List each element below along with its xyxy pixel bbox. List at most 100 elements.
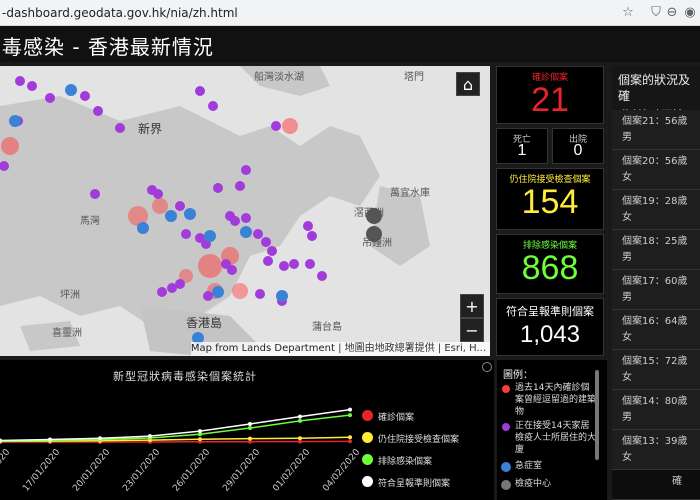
case-item-line1: 個案19：28歲 <box>622 196 688 207</box>
page-title: 毒感染 - 香港最新情況 <box>2 35 214 59</box>
confirmed-value: 21 <box>531 81 569 119</box>
case-list-item[interactable]: 個案20：56歲女 <box>612 150 700 190</box>
data-point <box>248 426 252 431</box>
case-item-line1: 個案17：60歲 <box>622 276 688 287</box>
purple-pin-icon <box>502 423 510 431</box>
map-label: 香港島 <box>186 316 223 330</box>
legend-ruled-out: 排除感染個案 <box>362 454 433 467</box>
confirmed-cases-panel: 確診個案 21 <box>496 66 604 124</box>
legend-scrollbar[interactable] <box>595 370 599 460</box>
legend-label: 仍住院接受檢查個案 <box>378 435 460 445</box>
x-tick-label: 20/01/2020 <box>71 447 112 493</box>
case-item-line1: 個案15：72歲 <box>622 356 688 367</box>
data-point <box>48 437 52 442</box>
quarantine-house-icon <box>501 480 511 490</box>
data-point <box>348 407 352 412</box>
shield-extension-icon[interactable]: ⛉ <box>648 5 664 21</box>
data-point <box>148 434 152 439</box>
case-list-item[interactable]: 個案15：72歲女 <box>612 350 700 390</box>
x-tick-label: 26/01/2020 <box>171 447 212 493</box>
x-tick-label: 04/02/2020 <box>321 447 360 493</box>
case-list-footer-text: 確 <box>672 476 682 487</box>
legend-dot <box>362 432 373 443</box>
map-label: 吊鐘洲 <box>362 238 392 249</box>
ruled-out-value: 868 <box>521 249 579 287</box>
legend-row: 急症室 <box>501 460 597 472</box>
case-item-line2: 女 <box>622 372 632 383</box>
case-item-line2: 男 <box>622 252 632 263</box>
attribution-lead: Map from Lands Department <box>190 343 335 354</box>
map-legend-panel: 圖例： 過去14天內確診個案曾經逗留過的建築物 正在接受14天家居檢疫人士所居住… <box>497 360 607 500</box>
zoom-in-button[interactable]: + <box>460 294 484 318</box>
map-label: 滘西洲 <box>354 208 384 219</box>
extension-icon[interactable]: ⊖ <box>664 5 680 21</box>
map-attribution: Map from Lands Department | 地圖由地政總署提供 | … <box>190 342 490 356</box>
statistics-chart-panel: 新型冠狀病毒感染個案統計 14/01/2020 17/01/2020 20/01/2… <box>0 360 494 500</box>
map-label: 坪洲 <box>60 290 80 301</box>
case-item-line2: 男 <box>622 292 632 303</box>
zoom-out-button[interactable]: − <box>460 318 484 342</box>
x-tick-label: 14/01/2020 <box>0 447 12 493</box>
attribution-rest: | 地圖由地政總署提供 | Esri, H... <box>334 343 486 354</box>
bookmark-star-icon[interactable]: ☆ <box>620 5 636 21</box>
case-item-line2: 男 <box>622 412 632 423</box>
map-label: 新界 <box>138 122 163 136</box>
reported-label: 符合呈報準則個案 <box>506 305 594 318</box>
ruled-out-panel: 排除感染個案 868 <box>496 234 604 294</box>
data-point <box>198 437 202 442</box>
case-item-line2: 女 <box>622 452 632 463</box>
legend-row-label: 急症室 <box>515 461 543 471</box>
legend-heading: 圖例： <box>503 370 533 381</box>
line-chart: 14/01/2020 17/01/2020 20/01/2020 23/01/2020… <box>0 407 360 494</box>
map-label: 蒲台島 <box>312 322 342 333</box>
series-line <box>0 414 351 442</box>
case-list-item[interactable]: 個案13：39歲女 <box>612 430 700 470</box>
legend-dot <box>362 476 373 487</box>
legend-row-label: 正在接受14天家居檢疫人士所居住的大廈 <box>515 421 597 455</box>
legend-label: 排除感染個案 <box>378 457 433 467</box>
map-view[interactable]: 船灣淡水湖 塔門 新界 馬灣 坪洲 喜靈洲 香港島 蒲台島 萬宜水庫 滘西洲 吊… <box>0 66 490 356</box>
case-item-line1: 個案18：25歲 <box>622 236 688 247</box>
home-icon[interactable]: ⌂ <box>456 72 480 96</box>
profile-icon[interactable]: ◉ <box>682 5 698 21</box>
case-list-panel: 個案的狀況及確 (資料每晚更新) 個案21：56歲男個案20：56歲女個案19：… <box>612 66 700 500</box>
ae-marker-icon <box>501 462 511 472</box>
discharged-value: 0 <box>573 142 583 159</box>
browser-toolbar: -dashboard.geodata.gov.hk/nia/zh.html ☆ … <box>0 0 700 26</box>
case-item-line1: 個案13：39歲 <box>622 436 688 447</box>
case-list-item[interactable]: 個案21：56歲男 <box>612 110 700 150</box>
case-list-item[interactable]: 個案18：25歲男 <box>612 230 700 270</box>
x-tick-label: 01/02/2020 <box>271 447 312 493</box>
discharged-panel: 出院 0 <box>552 128 604 164</box>
legend-dot <box>362 410 373 421</box>
reported-value: 1,043 <box>519 321 581 348</box>
legend-hospitalised: 仍住院接受檢查個案 <box>362 432 460 445</box>
legend-row: 檢疫中心 <box>501 478 597 490</box>
legend-label: 確診個案 <box>378 413 415 423</box>
address-bar[interactable]: -dashboard.geodata.gov.hk/nia/zh.html <box>0 3 640 23</box>
case-list-item[interactable]: 個案14：80歲男 <box>612 390 700 430</box>
red-glow-icon <box>502 385 510 393</box>
case-list-item[interactable]: 個案19：28歲女 <box>612 190 700 230</box>
legend-label: 符合呈報準則個案 <box>378 479 451 489</box>
case-list-item[interactable]: 個案17：60歲男 <box>612 270 700 310</box>
hospitalised-panel: 仍住院接受檢查個案 154 <box>496 168 604 230</box>
case-item-line2: 女 <box>622 332 632 343</box>
case-list-item[interactable]: 個案16：64歲女 <box>612 310 700 350</box>
legend-row-label: 檢疫中心 <box>515 479 552 489</box>
data-point <box>248 436 252 441</box>
case-item-line2: 男 <box>622 132 632 143</box>
data-point <box>298 414 302 419</box>
case-list-title: 個案的狀況及確 <box>618 73 691 103</box>
expand-icon[interactable] <box>482 362 492 372</box>
data-point <box>98 436 102 441</box>
case-item-line2: 女 <box>622 212 632 223</box>
legend-row: 正在接受14天家居檢疫人士所居住的大廈 <box>502 420 597 456</box>
deaths-value: 1 <box>517 142 527 159</box>
case-item-line1: 個案16：64歲 <box>622 316 688 327</box>
map-label: 馬灣 <box>80 216 100 227</box>
case-item-line1: 個案20：56歲 <box>622 156 688 167</box>
x-tick-label: 17/01/2020 <box>21 447 62 493</box>
data-point <box>298 436 302 441</box>
legend-row-label: 過去14天內確診個案曾經逗留過的建築物 <box>515 383 597 417</box>
